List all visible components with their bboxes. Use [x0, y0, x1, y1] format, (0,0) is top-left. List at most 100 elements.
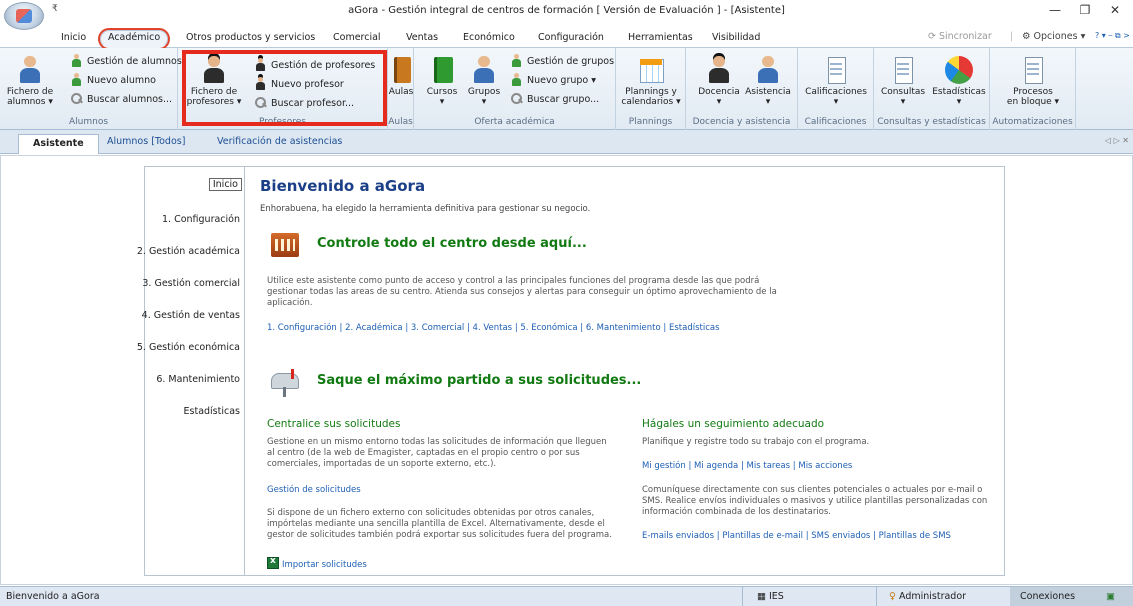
cursos-button[interactable]: Cursos ▾: [422, 56, 462, 107]
link-economica[interactable]: 5. Económica: [520, 323, 577, 333]
consultas-button[interactable]: Consultas ▾: [878, 56, 928, 107]
link-ventas[interactable]: 4. Ventas: [473, 323, 513, 333]
ribbon-tab-strip: Inicio Académico Otros productos y servi…: [0, 22, 1133, 50]
nav-mantenimiento[interactable]: 6. Mantenimiento: [156, 374, 240, 385]
app-orb-button[interactable]: [4, 2, 44, 30]
tab-visibilidad[interactable]: Visibilidad: [712, 32, 760, 43]
link-academica[interactable]: 2. Académica: [345, 323, 403, 333]
link-separator: |: [805, 531, 809, 541]
document-tab-bar: Asistente Alumnos [Todos] Verificación d…: [0, 130, 1133, 154]
nav-gestion-ventas[interactable]: 4. Gestión de ventas: [142, 310, 240, 321]
gestion-solicitudes-link[interactable]: Gestión de solicitudes: [267, 485, 361, 495]
link-mi-agenda[interactable]: Mi agenda: [694, 461, 738, 471]
tab-configuracion[interactable]: Configuración: [538, 32, 604, 43]
link-configuracion[interactable]: 1. Configuración: [267, 323, 337, 333]
calificaciones-button[interactable]: Calificaciones ▾: [802, 56, 870, 107]
import-solicitudes-link[interactable]: Importar solicitudes: [267, 556, 367, 570]
link-sms-enviados[interactable]: SMS enviados: [811, 531, 870, 541]
tab-economico[interactable]: Económico: [463, 32, 515, 43]
asistencia-label: Asistencia: [745, 87, 791, 97]
grupos-button[interactable]: Grupos ▾: [464, 56, 504, 107]
building-icon: [267, 225, 305, 259]
nav-configuracion[interactable]: 1. Configuración: [162, 214, 240, 225]
search-icon: [510, 92, 523, 105]
group-label-automatizaciones: Automatizaciones: [992, 117, 1073, 127]
buscar-alumnos-button[interactable]: Buscar alumnos...: [70, 92, 172, 106]
plannings-label-2: calendarios ▾: [621, 97, 681, 107]
nuevo-grupo-button[interactable]: Nuevo grupo ▾: [510, 73, 596, 87]
doc-tab-verificacion[interactable]: Verificación de asistencias: [217, 136, 342, 147]
link-comercial[interactable]: 3. Comercial: [411, 323, 464, 333]
gestion-alumnos-button[interactable]: Gestión de alumnos: [70, 54, 182, 68]
window-title: aGora - Gestión integral de centros de f…: [348, 5, 785, 16]
close-button[interactable]: ✕: [1100, 3, 1130, 17]
separator: |: [1010, 31, 1014, 42]
help-controls[interactable]: ? ▾ ⎯ ⧉ >: [1095, 31, 1130, 41]
groups-icon: [510, 54, 523, 67]
report-icon: [889, 56, 917, 85]
nav-estadisticas[interactable]: Estadísticas: [184, 406, 240, 417]
link-separator: |: [580, 323, 584, 333]
tab-comercial[interactable]: Comercial: [333, 32, 381, 43]
sync-button[interactable]: ⟳ Sincronizar: [928, 31, 992, 42]
highlight-annotation-box: [182, 50, 387, 126]
calificaciones-label: Calificaciones: [805, 87, 867, 97]
nav-gestion-economica[interactable]: 5. Gestión económica: [137, 342, 240, 353]
asistencia-button[interactable]: Asistencia ▾: [744, 56, 792, 107]
doc-tab-alumnos[interactable]: Alumnos [Todos]: [107, 136, 185, 147]
link-emails-enviados[interactable]: E-mails enviados: [642, 531, 714, 541]
tab-academico[interactable]: Académico: [97, 28, 171, 50]
tab-inicio[interactable]: Inicio: [61, 32, 86, 43]
plannings-button[interactable]: Plannings y calendarios ▾: [620, 56, 682, 107]
link-plantillas-sms[interactable]: Plantillas de SMS: [879, 531, 951, 541]
nav-gestion-academica[interactable]: 2. Gestión académica: [137, 246, 240, 257]
doc-tab-asistente[interactable]: Asistente: [18, 134, 99, 154]
tab-herramientas[interactable]: Herramientas: [628, 32, 693, 43]
nuevo-alumno-button[interactable]: Nuevo alumno: [70, 73, 156, 87]
sync-icon: ⟳: [928, 31, 939, 42]
fichero-alumnos-button[interactable]: Fichero de alumnos ▾: [4, 56, 56, 107]
link-plantillas-email[interactable]: Plantillas de e-mail: [722, 531, 803, 541]
docencia-caret: ▾: [716, 97, 722, 107]
status-bar: Bienvenido a aGora ▦ IES ♀ Administrador…: [0, 586, 1133, 606]
section1-description: Utilice este asistente como punto de acc…: [267, 276, 777, 308]
students-icon: [70, 54, 83, 67]
connections-cell[interactable]: Conexiones ▣: [1010, 587, 1133, 606]
batch-process-icon: [1019, 56, 1047, 85]
seguimiento-title: Hágales un seguimiento adecuado: [642, 418, 825, 430]
estadisticas-caret: ▾: [956, 97, 962, 107]
tab-ventas[interactable]: Ventas: [406, 32, 438, 43]
import-solicitudes-label: Importar solicitudes: [282, 560, 367, 570]
gear-icon: ⚙: [1022, 31, 1034, 42]
aulas-button[interactable]: Aulas: [388, 56, 414, 97]
gestion-grupos-button[interactable]: Gestión de grupos: [510, 54, 614, 68]
wizard-content: Bienvenido a aGora Enhorabuena, ha elegi…: [244, 166, 1005, 576]
procesos-bloque-button[interactable]: Procesos en bloque ▾: [998, 56, 1068, 107]
link-separator: |: [339, 323, 343, 333]
organization-icon: ▦: [757, 591, 769, 602]
group-icon: [470, 56, 498, 84]
tab-nav-arrows[interactable]: ◁ ▷ ✕: [1105, 136, 1129, 145]
link-estadisticas[interactable]: Estadísticas: [669, 323, 720, 333]
link-mis-acciones[interactable]: Mis acciones: [798, 461, 852, 471]
group-label-calificaciones: Calificaciones: [804, 117, 867, 127]
estadisticas-button[interactable]: Estadísticas ▾: [930, 56, 988, 107]
options-button[interactable]: ⚙ Opciones ▾: [1022, 31, 1085, 42]
buscar-grupo-button[interactable]: Buscar grupo...: [510, 92, 599, 106]
link-separator: |: [514, 323, 518, 333]
link-separator: |: [740, 461, 744, 471]
nav-inicio[interactable]: Inicio: [208, 178, 242, 191]
link-mi-gestion[interactable]: Mi gestión: [642, 461, 686, 471]
estadisticas-label: Estadísticas: [932, 87, 986, 97]
link-mis-tareas[interactable]: Mis tareas: [747, 461, 791, 471]
nuevo-alumno-label: Nuevo alumno: [87, 75, 156, 86]
nav-gestion-comercial[interactable]: 3. Gestión comercial: [142, 278, 240, 289]
status-org-cell: ▦ IES: [742, 587, 876, 606]
grupos-caret: ▾: [481, 97, 487, 107]
docencia-button[interactable]: Docencia ▾: [696, 56, 742, 107]
maximize-button[interactable]: ❐: [1070, 3, 1100, 17]
tab-otros-productos[interactable]: Otros productos y servicios: [186, 32, 315, 43]
aulas-label: Aulas: [388, 87, 414, 97]
link-mantenimiento[interactable]: 6. Mantenimiento: [586, 323, 661, 333]
minimize-button[interactable]: —: [1040, 3, 1070, 17]
